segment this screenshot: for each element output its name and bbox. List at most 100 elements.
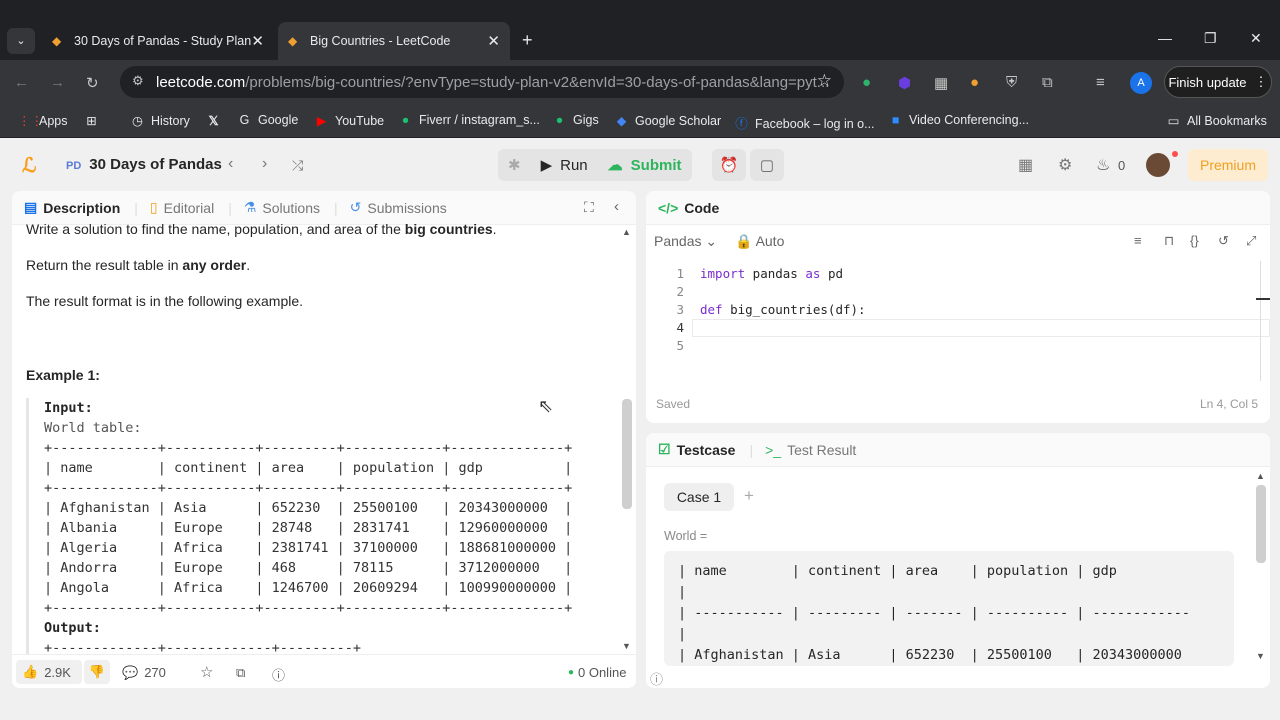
code-editor[interactable]: 1 import pandas as pd 2 3 def big_countrie… bbox=[654, 265, 865, 355]
code-extension-icon[interactable]: ▦ bbox=[934, 74, 948, 92]
tab-editorial[interactable]: ▯ Editorial bbox=[150, 199, 214, 216]
back-icon[interactable]: ← bbox=[14, 74, 29, 91]
timer-button[interactable]: ⏰ bbox=[712, 149, 746, 181]
next-problem-icon[interactable]: › bbox=[262, 155, 267, 173]
tab-test-result[interactable]: >_ Test Result bbox=[765, 442, 856, 458]
dislike-button[interactable]: 👎 bbox=[84, 660, 110, 684]
browser-tab-active[interactable]: ◆ Big Countries - LeetCode ✕ bbox=[278, 22, 510, 60]
share-icon[interactable]: ⧉ bbox=[236, 665, 245, 681]
testcase-input[interactable]: | name | continent | area | population |… bbox=[664, 551, 1234, 666]
extension-icon[interactable]: ● bbox=[970, 74, 979, 91]
history-icon: ◷ bbox=[132, 114, 143, 128]
plan-badge-icon: PD bbox=[66, 160, 82, 172]
add-case-icon[interactable]: + bbox=[744, 486, 754, 506]
minimize-icon[interactable]: — bbox=[1158, 30, 1172, 46]
site-info-icon[interactable]: ⚙ bbox=[132, 73, 144, 89]
help-icon[interactable]: ⓘ bbox=[272, 665, 285, 684]
bookmark-zoom[interactable]: ■ Video Conferencing... bbox=[888, 113, 1029, 127]
scroll-up-icon[interactable]: ▲ bbox=[1256, 471, 1265, 481]
fullscreen-icon[interactable]: ⛶ bbox=[584, 199, 594, 216]
scroll-up-icon[interactable]: ▲ bbox=[622, 227, 631, 237]
editor-scrollbar[interactable] bbox=[1260, 261, 1261, 381]
auto-mode[interactable]: 🔒 Auto bbox=[735, 233, 784, 249]
leetcode-logo-icon[interactable]: ℒ bbox=[22, 153, 44, 177]
bookmark-google[interactable]: G Google bbox=[237, 113, 299, 127]
bookmark-icon[interactable]: ⊓ bbox=[1164, 233, 1174, 249]
prev-problem-icon[interactable]: ‹ bbox=[228, 155, 233, 173]
media-controls-icon[interactable]: ≡ bbox=[1096, 74, 1105, 91]
tab-description[interactable]: ▤ Description bbox=[24, 199, 120, 216]
shuffle-icon[interactable]: ⤮ bbox=[292, 157, 303, 174]
bookmark-star-icon[interactable]: ☆ bbox=[817, 71, 832, 91]
premium-button[interactable]: Premium bbox=[1188, 149, 1268, 181]
notes-button[interactable]: ▢ bbox=[750, 149, 784, 181]
keyword: as bbox=[805, 266, 821, 281]
profile-avatar[interactable]: A bbox=[1130, 72, 1152, 94]
scrollbar-thumb[interactable] bbox=[622, 399, 632, 509]
bookmark-history[interactable]: ◷ History bbox=[130, 113, 190, 128]
run-button[interactable]: ▶ Run bbox=[531, 149, 598, 181]
finish-update-button[interactable]: Finish update ⋮ bbox=[1164, 66, 1272, 98]
layout-icon[interactable]: ▦ bbox=[1018, 155, 1033, 175]
scroll-down-icon[interactable]: ▼ bbox=[1256, 651, 1265, 661]
forward-icon[interactable]: → bbox=[50, 74, 65, 91]
close-tab-icon[interactable]: ✕ bbox=[487, 32, 500, 50]
study-plan-title[interactable]: PD 30 Days of Pandas bbox=[66, 156, 222, 173]
language-select[interactable]: Pandas ⌄ bbox=[654, 233, 717, 249]
extensions-puzzle-icon[interactable]: ⧉ bbox=[1042, 74, 1053, 91]
bookmark-apps[interactable]: ⋮⋮Apps bbox=[18, 113, 68, 128]
comments-button[interactable]: 💬 270 bbox=[122, 665, 166, 681]
submit-button[interactable]: ☁ Submit bbox=[598, 149, 692, 181]
all-bookmarks[interactable]: ▭ All Bookmarks bbox=[1166, 113, 1267, 128]
close-tab-icon[interactable]: ✕ bbox=[251, 32, 264, 50]
tab-search-icon[interactable]: ⌄ bbox=[7, 28, 35, 54]
input-variable-label: World = bbox=[664, 529, 708, 543]
language-bar: Pandas ⌄ 🔒 Auto bbox=[654, 233, 784, 250]
case-1-tab[interactable]: Case 1 bbox=[664, 483, 734, 511]
grammarly-extension-icon[interactable]: ● bbox=[862, 74, 871, 91]
braces-icon[interactable]: {} bbox=[1190, 233, 1199, 248]
settings-gear-icon[interactable]: ⚙ bbox=[1058, 155, 1072, 175]
scrollbar-thumb[interactable] bbox=[1256, 485, 1266, 563]
tab-divider: | bbox=[134, 199, 138, 216]
expand-icon[interactable]: ⤢ bbox=[1246, 233, 1256, 249]
tab-testcase[interactable]: ☑ Testcase bbox=[658, 441, 735, 458]
reset-icon[interactable]: ↺ bbox=[1218, 233, 1229, 249]
streak-flame-icon[interactable]: ♨ bbox=[1096, 155, 1110, 175]
help-icon[interactable]: ⓘ bbox=[650, 669, 663, 688]
x-logo-icon: 𝕏 bbox=[208, 114, 219, 128]
testcase-panel: ☑ Testcase | >_ Test Result Case 1 + World… bbox=[646, 433, 1270, 688]
close-window-icon[interactable]: ✕ bbox=[1250, 30, 1262, 47]
bookmark-x[interactable]: 𝕏 bbox=[206, 113, 227, 128]
scroll-down-icon[interactable]: ▼ bbox=[622, 641, 631, 651]
like-button[interactable]: 👍 2.9K bbox=[16, 660, 82, 684]
shield-extension-icon[interactable]: ⛨ bbox=[1006, 74, 1017, 91]
lock-icon: 🔒 bbox=[735, 233, 753, 249]
extension-icon[interactable]: ⬢ bbox=[898, 74, 911, 92]
new-tab-icon[interactable]: + bbox=[522, 30, 533, 51]
bookmark-scholar[interactable]: ◆ Google Scholar bbox=[614, 113, 721, 128]
bookmark-label: Video Conferencing... bbox=[909, 113, 1029, 127]
format-icon[interactable]: ≡ bbox=[1134, 233, 1142, 248]
bookmark-youtube[interactable]: ▶ YouTube bbox=[314, 113, 384, 128]
bookmark-gigs[interactable]: ● Gigs bbox=[552, 113, 599, 127]
tab-submissions[interactable]: ↺ Submissions bbox=[350, 199, 447, 216]
debug-button[interactable]: ✱ bbox=[498, 149, 531, 181]
browser-tab[interactable]: ◆ 30 Days of Pandas - Study Plan ✕ bbox=[42, 22, 274, 60]
restore-icon[interactable]: ❐ bbox=[1204, 30, 1217, 47]
tab-divider: | bbox=[334, 199, 338, 216]
user-avatar[interactable] bbox=[1146, 153, 1170, 177]
reload-icon[interactable]: ↻ bbox=[86, 74, 99, 92]
url-path: /problems/big-countries/?envType=study-p… bbox=[245, 73, 830, 91]
code-panel: </> Code Pandas ⌄ 🔒 Auto ≡ ⊓ {} ↺ ⤢ 1 imp… bbox=[646, 191, 1270, 423]
table-row: | Angola | Africa | 1246700 | 20609294 |… bbox=[44, 580, 573, 596]
streak-count: 0 bbox=[1118, 158, 1126, 173]
address-bar[interactable]: ⚙ leetcode.com/problems/big-countries/?e… bbox=[120, 66, 844, 98]
collapse-panel-icon[interactable]: ‹ bbox=[614, 198, 619, 215]
favorite-star-icon[interactable]: ☆ bbox=[200, 663, 213, 681]
bookmark-fiverr[interactable]: ● Fiverr / instagram_s... bbox=[398, 113, 540, 127]
bookmark-facebook[interactable]: ⓕ Facebook – log in o... bbox=[734, 113, 874, 132]
tab-solutions[interactable]: ⚗ Solutions bbox=[244, 199, 320, 216]
bookmark-grid[interactable]: ⊞ bbox=[84, 113, 105, 128]
code-bracket-icon: </> bbox=[658, 199, 679, 216]
